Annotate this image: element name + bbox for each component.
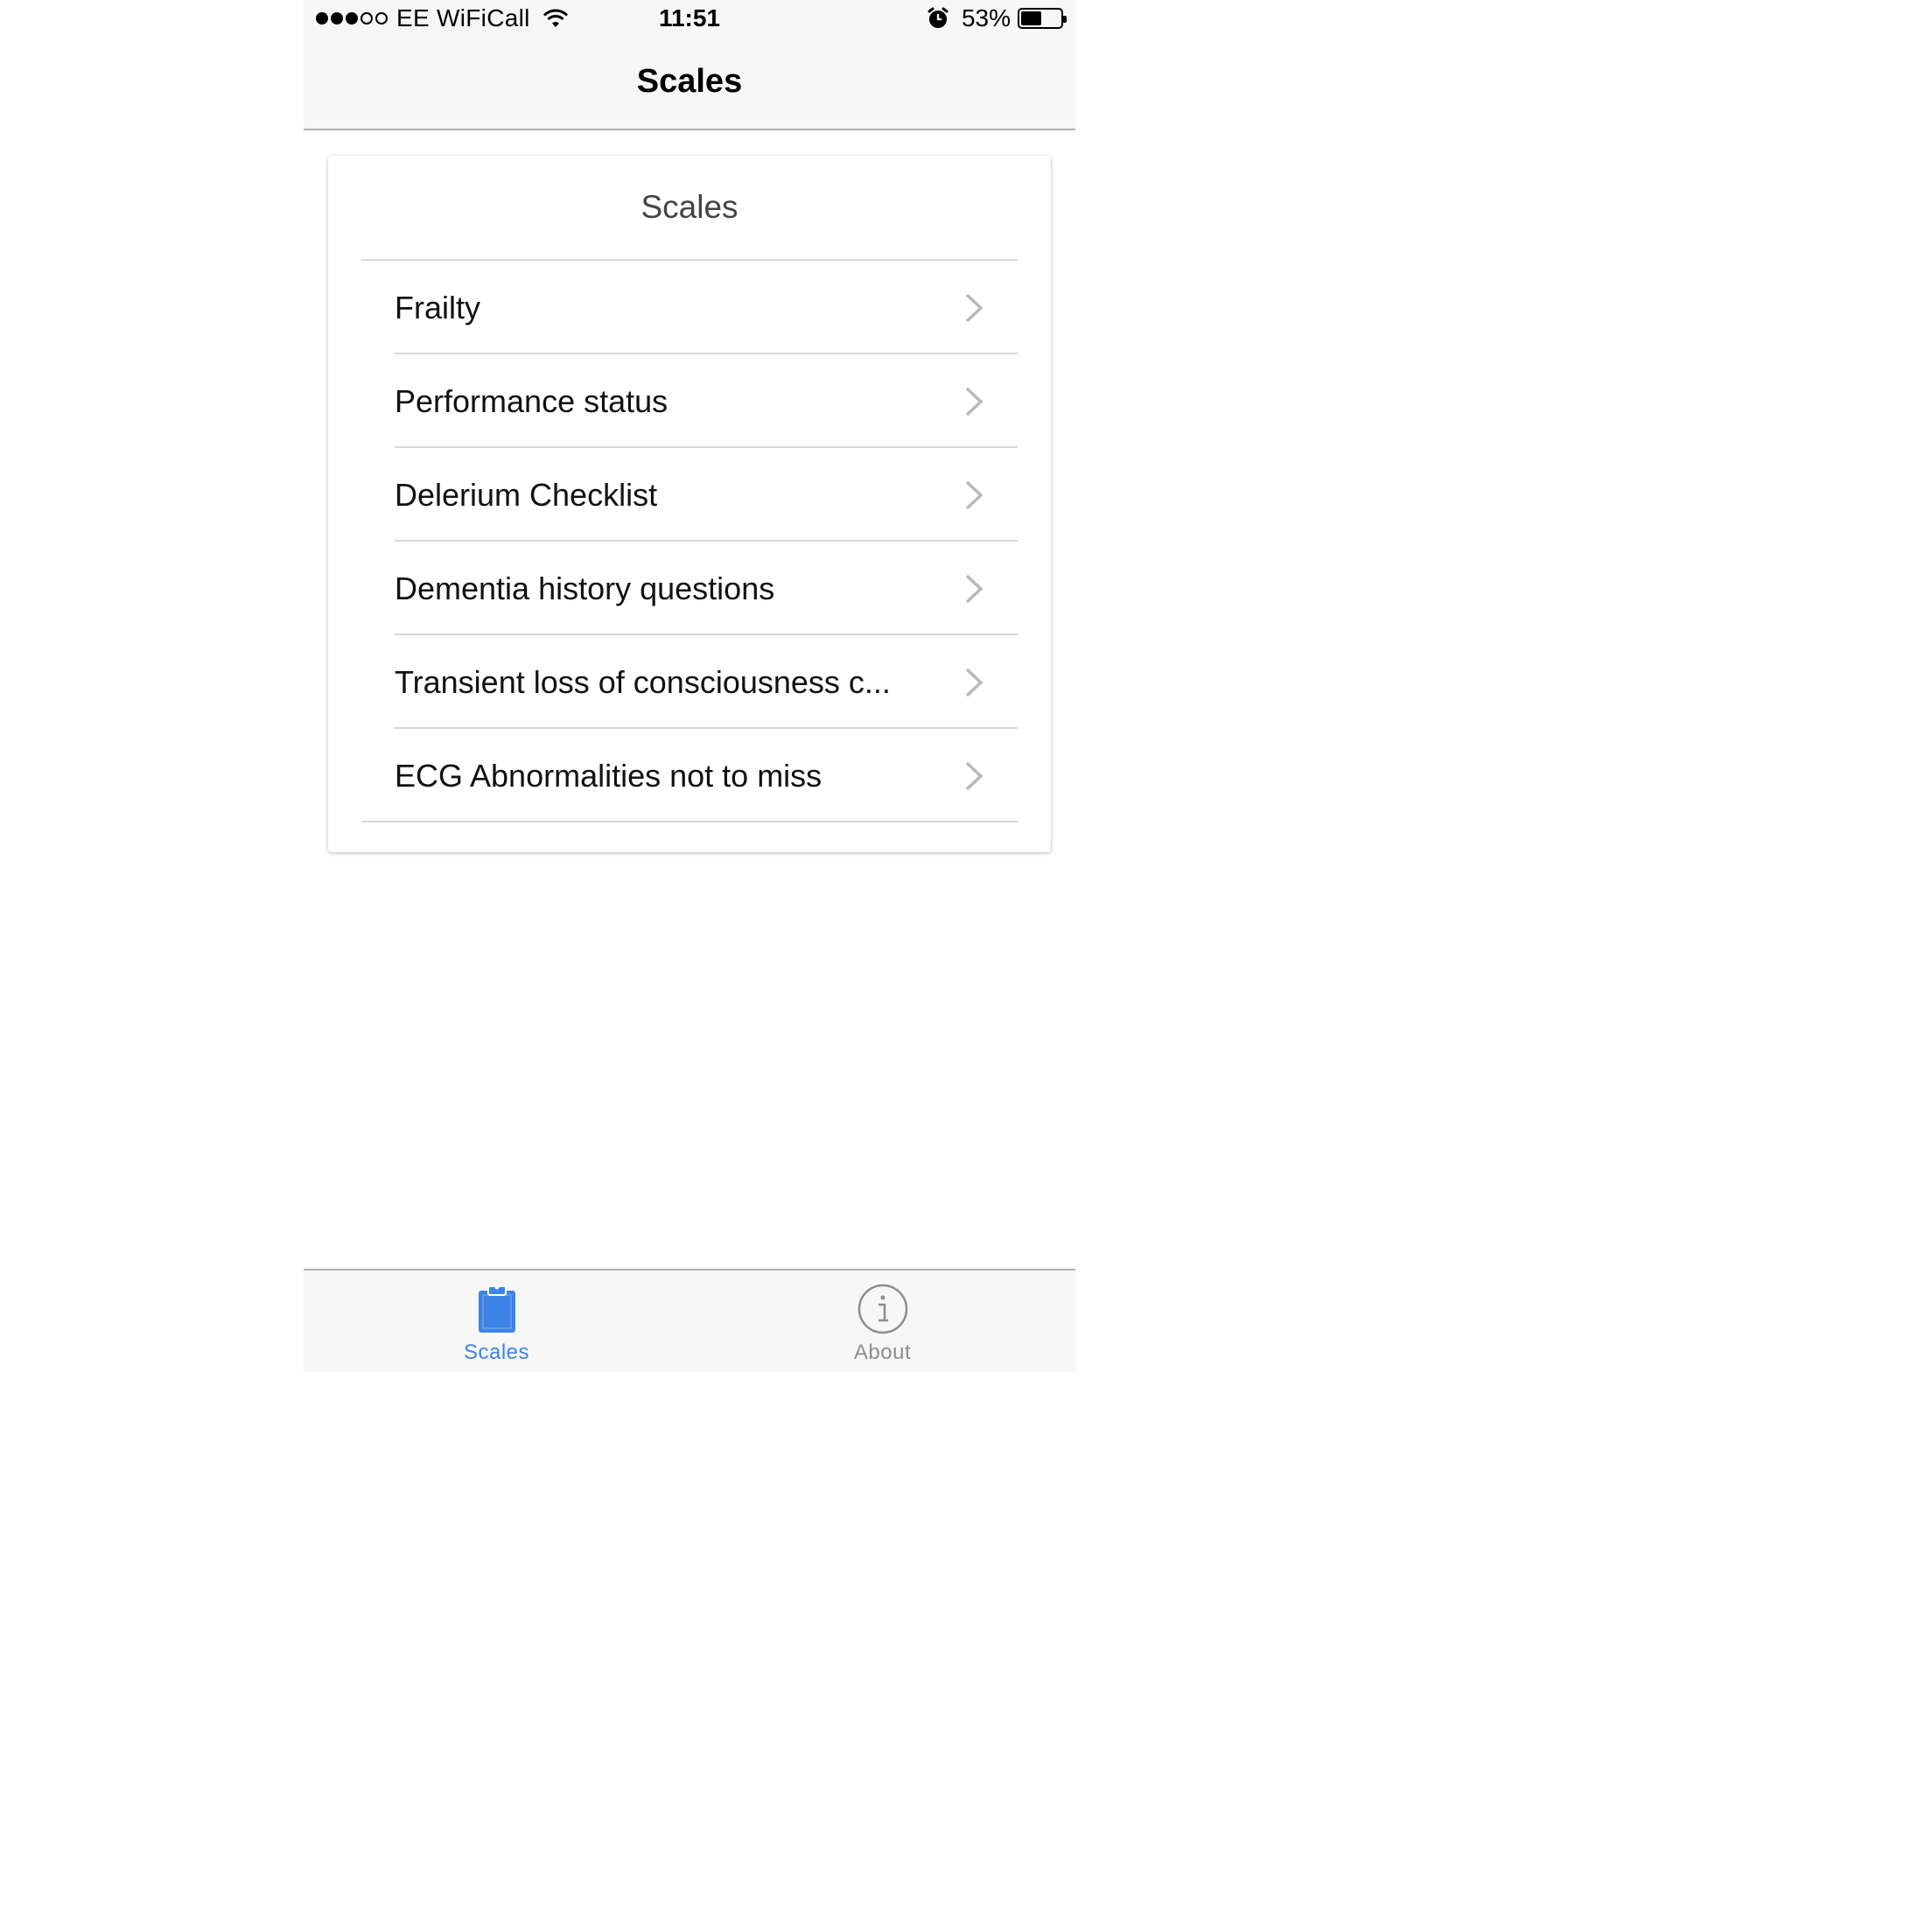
tab-bar: Scales About xyxy=(304,1269,1075,1372)
tab-label: Scales xyxy=(463,1340,530,1364)
list-item-transient-loss-of-consciousness[interactable]: Transient loss of consciousness c... xyxy=(361,635,1018,729)
alarm-clock-icon xyxy=(928,7,948,28)
list-item-delerium-checklist[interactable]: Delerium Checklist xyxy=(361,448,1018,542)
top-bar: EE WiFiCall 11:51 53% Scales xyxy=(304,0,1075,130)
tab-about[interactable]: About xyxy=(690,1270,1075,1372)
list-item-label: Delerium Checklist xyxy=(395,476,658,513)
battery-icon xyxy=(1018,8,1067,29)
chevron-right-icon xyxy=(965,668,984,697)
list-item-label: Performance status xyxy=(395,382,668,419)
info-icon xyxy=(858,1284,907,1334)
list-item-label: ECG Abnormalities not to miss xyxy=(395,757,822,794)
clipboard-icon xyxy=(478,1284,515,1333)
tab-scales[interactable]: Scales xyxy=(304,1270,690,1372)
scales-card: Scales Frailty Performance status Deleri… xyxy=(328,156,1051,852)
scales-list: Frailty Performance status Delerium Chec… xyxy=(361,261,1018,822)
status-right: 53% xyxy=(927,4,1067,32)
page-title: Scales xyxy=(636,63,743,100)
list-item-label: Frailty xyxy=(395,289,480,326)
battery-fill xyxy=(1021,11,1041,25)
chevron-right-icon xyxy=(965,387,984,416)
tab-label: About xyxy=(853,1340,912,1364)
battery-percentage: 53% xyxy=(961,4,1011,32)
list-item-dementia-history[interactable]: Dementia history questions xyxy=(361,542,1018,635)
list-item-label: Dementia history questions xyxy=(395,570,775,606)
chevron-right-icon xyxy=(965,293,984,323)
list-item-frailty[interactable]: Frailty xyxy=(361,261,1018,354)
battery-nub xyxy=(1063,16,1067,23)
chevron-right-icon xyxy=(965,574,984,604)
status-bar: EE WiFiCall 11:51 53% xyxy=(304,0,1075,40)
chevron-right-icon xyxy=(965,761,984,791)
phone-screen: EE WiFiCall 11:51 53% Scales Scales Frai… xyxy=(304,0,1075,1372)
list-item-performance-status[interactable]: Performance status xyxy=(361,354,1018,448)
list-item-ecg-abnormalities[interactable]: ECG Abnormalities not to miss xyxy=(361,729,1018,822)
card-title: Scales xyxy=(361,156,1018,261)
chevron-right-icon xyxy=(965,480,984,510)
list-item-label: Transient loss of consciousness c... xyxy=(395,663,891,700)
